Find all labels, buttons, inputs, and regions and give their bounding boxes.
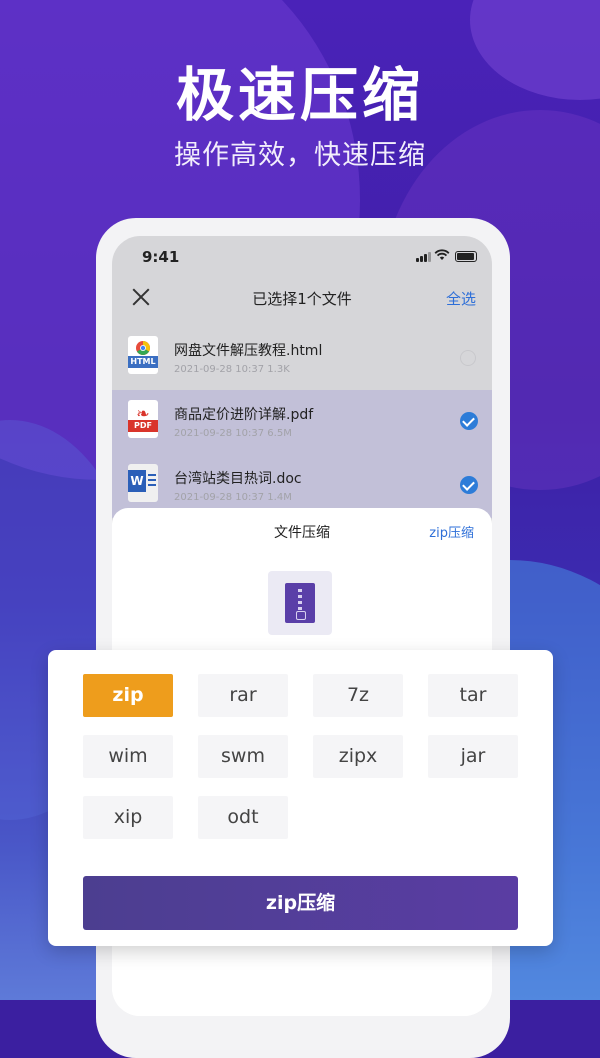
html-file-icon: HTML bbox=[128, 336, 158, 374]
nav-title: 已选择1个文件 bbox=[252, 290, 352, 308]
file-type-tag: HTML bbox=[128, 356, 158, 368]
signal-icon bbox=[416, 252, 431, 262]
word-file-icon: W bbox=[128, 464, 158, 502]
file-type-tag: W bbox=[128, 470, 146, 492]
file-name: 台湾站类目热词.doc bbox=[174, 471, 302, 487]
nav-bar: 已选择1个文件 全选 bbox=[112, 280, 492, 316]
file-name: 商品定价进阶详解.pdf bbox=[174, 407, 314, 423]
battery-icon bbox=[455, 251, 477, 262]
format-option-swm[interactable]: swm bbox=[198, 735, 288, 778]
current-format-link[interactable]: zip压缩 bbox=[429, 522, 474, 541]
file-type-tag: PDF bbox=[128, 420, 158, 432]
checkbox-checked[interactable] bbox=[460, 412, 478, 430]
format-option-7z[interactable]: 7z bbox=[313, 674, 403, 717]
status-bar: 9:41 bbox=[112, 236, 492, 276]
pdf-file-icon: ❧ PDF bbox=[128, 400, 158, 438]
file-meta: 2021-09-28 10:37 1.3K bbox=[174, 364, 290, 375]
format-option-zipx[interactable]: zipx bbox=[313, 735, 403, 778]
format-picker-card: zip rar 7z tar wim swm zipx jar xip odt … bbox=[48, 650, 553, 946]
format-option-rar[interactable]: rar bbox=[198, 674, 288, 717]
file-meta: 2021-09-28 10:37 6.5M bbox=[174, 428, 292, 439]
wifi-icon bbox=[434, 249, 450, 260]
format-option-xip[interactable]: xip bbox=[83, 796, 173, 839]
checkbox-unchecked[interactable] bbox=[460, 350, 476, 366]
compress-button[interactable]: zip压缩 bbox=[83, 876, 518, 930]
archive-icon bbox=[268, 571, 332, 635]
file-row[interactable]: ❧ PDF 商品定价进阶详解.pdf 2021-09-28 10:37 6.5M bbox=[112, 390, 492, 454]
format-option-tar[interactable]: tar bbox=[428, 674, 518, 717]
status-time: 9:41 bbox=[142, 248, 180, 266]
format-option-wim[interactable]: wim bbox=[83, 735, 173, 778]
format-option-jar[interactable]: jar bbox=[428, 735, 518, 778]
promo-headline: 极速压缩 bbox=[175, 61, 424, 129]
promo-subline: 操作高效，快速压缩 bbox=[174, 140, 426, 171]
file-row[interactable]: HTML 网盘文件解压教程.html 2021-09-28 10:37 1.3K bbox=[112, 326, 492, 390]
format-option-odt[interactable]: odt bbox=[198, 796, 288, 839]
select-all-button[interactable]: 全选 bbox=[446, 288, 476, 309]
file-name: 网盘文件解压教程.html bbox=[174, 343, 323, 359]
checkbox-checked[interactable] bbox=[460, 476, 478, 494]
format-option-zip[interactable]: zip bbox=[83, 674, 173, 717]
file-meta: 2021-09-28 10:37 1.4M bbox=[174, 492, 292, 503]
